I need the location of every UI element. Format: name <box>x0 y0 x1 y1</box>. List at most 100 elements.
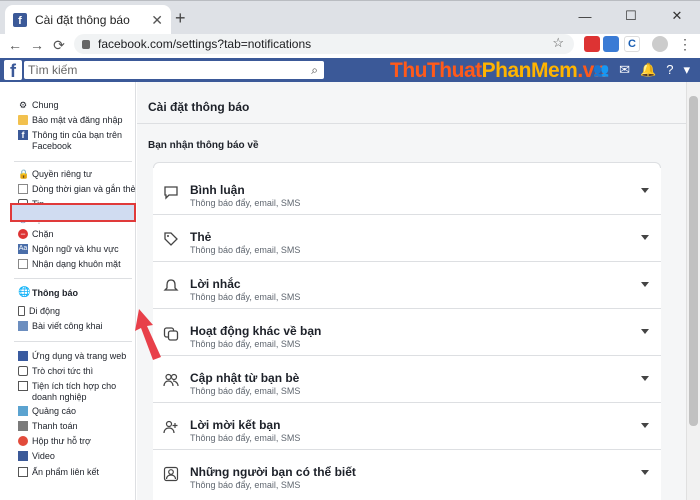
globe-icon: 🌐 <box>18 287 31 298</box>
section-title: Bạn nhận thông báo về <box>148 140 259 151</box>
comment-icon <box>164 186 178 200</box>
title-divider <box>137 123 686 124</box>
sidebar-divider <box>14 278 132 279</box>
browser-tab[interactable]: f Cài đặt thông báo ✕ <box>5 5 171 35</box>
page-title: Cài đặt thông báo <box>148 100 250 114</box>
lock-icon <box>82 39 90 49</box>
scrollbar-thumb[interactable] <box>689 96 698 426</box>
close-window-button[interactable]: ✕ <box>654 1 700 31</box>
sidebar-item-face-recognition[interactable]: Nhận dạng khuôn mặt <box>18 259 121 270</box>
chevron-down-icon[interactable] <box>641 282 649 287</box>
chevron-down-icon[interactable] <box>641 423 649 428</box>
people-you-may-know-icon <box>163 466 179 482</box>
address-bar[interactable]: facebook.com/settings?tab=notifications … <box>74 34 574 54</box>
facebook-logo[interactable]: f <box>4 60 22 80</box>
chevron-down-icon[interactable] <box>641 188 649 193</box>
tab-strip: f Cài đặt thông báo ✕ + — ☐ ✕ <box>0 0 700 35</box>
notifications-bell-icon[interactable]: 🔔 <box>640 62 656 78</box>
sidebar-item-linked-publications[interactable]: Ấn phẩm liên kết <box>18 467 99 478</box>
help-icon[interactable]: ? <box>666 62 673 78</box>
linked-publications-icon <box>18 467 28 477</box>
mobile-icon <box>18 306 25 316</box>
facebook-icon: f <box>18 130 28 140</box>
apps-icon <box>18 351 28 361</box>
search-placeholder: Tìm kiếm <box>28 63 78 77</box>
face-recognition-icon <box>18 259 28 269</box>
facebook-favicon-icon: f <box>13 13 27 27</box>
language-icon: Aa <box>18 244 28 254</box>
friends-nav-icon[interactable]: 👥 <box>593 62 609 78</box>
sidebar-item-video[interactable]: Video <box>18 451 55 462</box>
reload-icon[interactable]: ⟳ <box>48 37 70 54</box>
sidebar-item-privacy[interactable]: 🔒 Quyền riêng tư <box>18 169 92 180</box>
chevron-down-icon[interactable] <box>641 329 649 334</box>
account-menu-icon[interactable]: ▾ <box>683 62 690 78</box>
facebook-top-bar: f Tìm kiếm ⌕ ThuThuatPhanMem.vn 👥 ✉ 🔔 ? … <box>0 58 700 82</box>
search-input[interactable]: Tìm kiếm ⌕ <box>24 61 324 79</box>
watermark-logo: ThuThuatPhanMem.vn <box>390 59 607 82</box>
lock-icon <box>18 115 28 125</box>
payments-icon <box>18 421 28 431</box>
notification-row-tags[interactable]: Thẻ Thông báo đẩy, email, SMS <box>153 215 661 262</box>
sidebar-item-timeline[interactable]: Dòng thời gian và gắn thẻ <box>18 184 135 195</box>
notification-row-other-activity[interactable]: Hoạt động khác về bạn Thông báo đẩy, ema… <box>153 309 661 356</box>
friend-request-icon <box>163 420 178 434</box>
sidebar-item-ads[interactable]: Quảng cáo <box>18 406 76 417</box>
sidebar-item-support-inbox[interactable]: Hộp thư hỗ trợ <box>18 436 91 447</box>
sidebar-item-language[interactable]: Aa Ngôn ngữ và khu vực <box>18 244 119 255</box>
chevron-down-icon[interactable] <box>641 376 649 381</box>
back-icon[interactable]: ← <box>4 37 26 53</box>
support-inbox-icon <box>18 436 28 446</box>
sidebar-item-business-integrations[interactable]: Tiện ích tích hợp cho doanh nghiệp <box>18 381 136 403</box>
sidebar-divider <box>14 341 132 342</box>
extension-icon-1[interactable] <box>584 36 600 52</box>
business-integrations-icon <box>18 381 28 391</box>
url-text: facebook.com/settings?tab=notifications <box>98 37 312 51</box>
minimize-button[interactable]: — <box>562 1 608 31</box>
sidebar-item-payments[interactable]: Thanh toán <box>18 421 78 432</box>
video-icon <box>18 451 28 461</box>
notification-row-reminders[interactable]: Lời nhắc Thông báo đẩy, email, SMS <box>153 262 661 309</box>
address-bar-row: ← → ⟳ facebook.com/settings?tab=notifica… <box>0 34 700 56</box>
messenger-icon[interactable]: ✉ <box>619 62 630 78</box>
sidebar-item-instant-games[interactable]: Trò chơi tức thì <box>18 366 93 377</box>
new-tab-button[interactable]: + <box>175 9 186 27</box>
sidebar-item-notifications[interactable] <box>10 203 136 222</box>
search-icon[interactable]: ⌕ <box>311 63 318 78</box>
tab-title: Cài đặt thông báo <box>35 13 130 27</box>
bookmark-star-icon[interactable]: ☆ <box>552 35 564 51</box>
browser-window: f Cài đặt thông báo ✕ + — ☐ ✕ ← → ⟳ face… <box>0 0 700 500</box>
sidebar-divider <box>14 161 132 162</box>
browser-menu-icon[interactable]: ⋮ <box>674 36 696 53</box>
extension-icon-3[interactable]: C <box>624 36 640 52</box>
tag-icon <box>164 232 178 246</box>
extension-icon-2[interactable] <box>603 36 619 52</box>
games-icon <box>18 366 28 376</box>
top-bar-icons: 👥 ✉ 🔔 ? ▾ <box>593 62 690 78</box>
sidebar-item-blocking[interactable]: − Chặn <box>18 229 54 240</box>
sidebar-item-public-posts[interactable]: Bài viết công khai <box>18 321 103 332</box>
notification-row-comments[interactable]: Bình luận Thông báo đẩy, email, SMS <box>153 168 661 215</box>
bell-icon <box>163 279 179 291</box>
maximize-button[interactable]: ☐ <box>608 1 654 31</box>
timeline-icon <box>18 184 28 194</box>
chevron-down-icon[interactable] <box>641 235 649 240</box>
sidebar-item-general[interactable]: ⚙ Chung <box>18 100 59 111</box>
close-tab-icon[interactable]: ✕ <box>151 12 163 29</box>
sidebar-item-apps[interactable]: Ứng dụng và trang web <box>18 351 126 362</box>
sidebar-item-your-info[interactable]: f Thông tin của bạn trên Facebook <box>18 130 136 152</box>
notification-row-friend-updates[interactable]: Cập nhật từ bạn bè Thông báo đẩy, email,… <box>153 356 661 403</box>
chevron-down-icon[interactable] <box>641 470 649 475</box>
sidebar-item-mobile[interactable]: Di động <box>18 306 60 317</box>
sidebar-item-notifications-label[interactable]: 🌐 Thông báo <box>18 287 78 299</box>
friends-icon <box>163 373 179 387</box>
forward-icon[interactable]: → <box>26 37 48 53</box>
block-icon: − <box>18 229 28 239</box>
gear-icon: ⚙ <box>18 100 28 110</box>
notification-row-people-you-may-know[interactable]: Những người bạn có thể biết Thông báo đẩ… <box>153 450 661 500</box>
privacy-icon: 🔒 <box>18 169 30 179</box>
profile-avatar[interactable] <box>652 36 668 52</box>
ads-icon <box>18 406 28 416</box>
notification-row-friend-requests[interactable]: Lời mời kết bạn Thông báo đẩy, email, SM… <box>153 403 661 450</box>
sidebar-item-security[interactable]: Bảo mật và đăng nhập <box>18 115 123 126</box>
